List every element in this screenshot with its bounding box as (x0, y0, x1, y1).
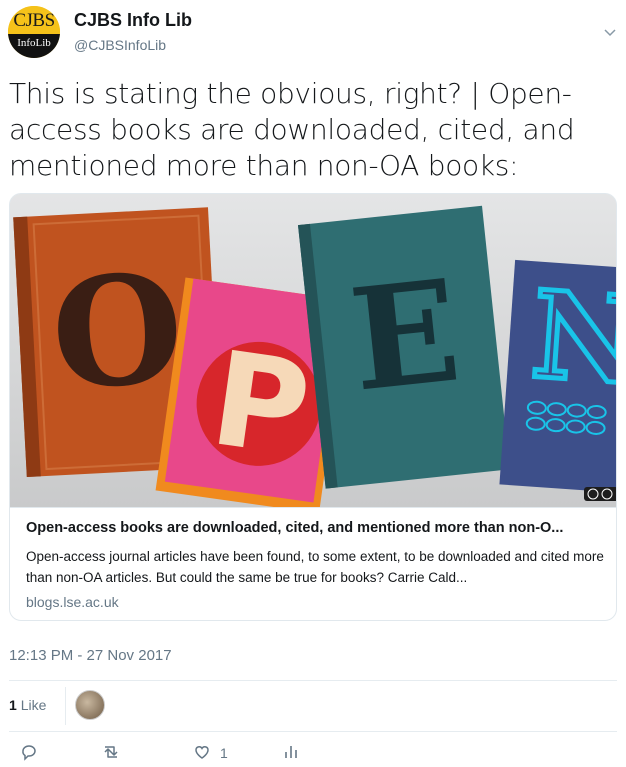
analytics-icon (281, 742, 301, 765)
likes-label: Like (20, 697, 47, 713)
tweet-timestamp[interactable]: 12:13 PM - 27 Nov 2017 (9, 647, 172, 664)
reply-button[interactable] (19, 740, 39, 766)
card-body[interactable]: Open-access books are downloaded, cited,… (10, 507, 616, 620)
tweet-stats: 1 Like (9, 687, 617, 725)
card-domain[interactable]: blogs.lse.ac.uk (26, 594, 119, 610)
divider (9, 731, 617, 732)
account-handle[interactable]: @CJBSInfoLib (74, 37, 166, 53)
tweet-text: This is stating the obvious, right? | Op… (9, 77, 575, 182)
tweet-actions: 1 (9, 740, 617, 766)
like-count: 1 (220, 745, 228, 761)
card-description: Open-access journal articles have been f… (26, 549, 604, 585)
letter-o: O (48, 241, 188, 424)
like-button[interactable]: 1 (192, 740, 228, 766)
link-card[interactable]: O P E N Open-access books are downloaded… (9, 193, 617, 621)
tweet-header: CJBS InfoLib CJBS Info Lib @CJBSInfoLib (8, 6, 618, 58)
analytics-button[interactable] (281, 740, 301, 766)
account-avatar[interactable]: CJBS InfoLib (8, 6, 60, 58)
heart-icon (192, 742, 212, 765)
card-title[interactable]: Open-access books are downloaded, cited,… (26, 520, 616, 536)
avatar-logo-top: CJBS (8, 6, 60, 34)
open-books-illustration: O P E N (10, 194, 617, 507)
cc-license-badge (584, 487, 616, 501)
likes-number: 1 (9, 697, 17, 713)
avatar-logo-bottom: InfoLib (8, 34, 60, 58)
book-n: N (499, 259, 617, 494)
reply-icon (19, 742, 39, 765)
liker-avatar[interactable] (75, 690, 105, 720)
retweet-button[interactable] (101, 740, 121, 766)
letter-n: N (527, 264, 617, 412)
likes-count[interactable]: 1 Like (9, 697, 46, 713)
letter-e: E (344, 249, 467, 423)
card-image[interactable]: O P E N (10, 194, 617, 507)
divider (65, 687, 66, 725)
account-name[interactable]: CJBS Info Lib (74, 10, 192, 31)
book-e: E (298, 205, 510, 489)
divider (9, 680, 617, 681)
chevron-down-icon[interactable] (604, 26, 616, 40)
retweet-icon (101, 742, 121, 765)
